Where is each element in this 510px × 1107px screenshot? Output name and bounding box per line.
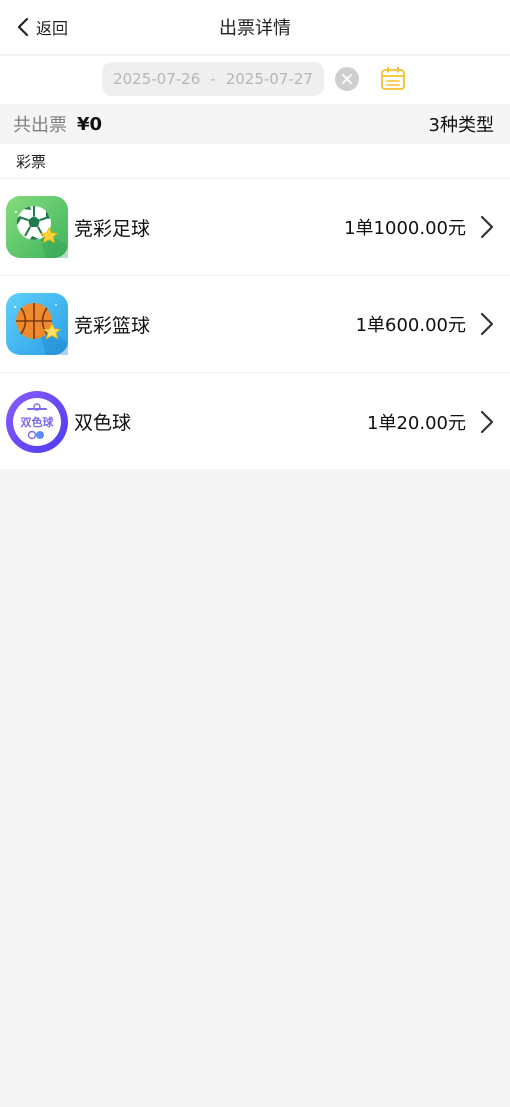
basketball-icon [6,293,68,355]
calendar-icon[interactable] [380,66,406,92]
item-amount: 1单600.00元 [355,315,466,336]
item-amount: 1单1000.00元 [344,218,466,239]
summary-type-count: 3种类型 [428,115,494,136]
list-item-basketball[interactable]: 竞彩篮球 1单600.00元 [0,276,510,373]
list-item-soccer[interactable]: 竞彩足球 1单1000.00元 [0,179,510,276]
item-name: 竞彩篮球 [74,314,151,337]
clear-date-button[interactable] [335,67,359,91]
chevron-right-icon [480,410,494,433]
item-name: 竞彩足球 [74,217,151,240]
page-title: 出票详情 [219,18,291,39]
date-range-field[interactable]: 2025-07-26 - 2025-07-27 [102,62,324,96]
double-color-ball-icon: 双色球 [6,390,68,453]
chevron-right-icon [480,312,494,336]
close-icon [342,74,352,84]
item-amount: 1单20.00元 [367,412,466,434]
lottery-list: 彩票 竞彩足球 1单1000.00元 竞彩篮球 1单600.00元 双色球 双色… [0,144,510,469]
chevron-right-icon [480,215,494,239]
ticket-summary: 共出票 ¥0 3种类型 [0,104,510,144]
date-separator: - [210,70,216,88]
section-title: 彩票 [0,144,510,179]
date-end: 2025-07-27 [225,70,313,88]
soccer-ball-icon [6,196,68,258]
date-start: 2025-07-26 [113,70,201,88]
summary-amount: ¥0 [77,113,103,135]
icon-text: 双色球 [21,415,55,429]
item-name: 双色球 [74,412,132,434]
summary-label: 共出票 [13,115,67,136]
date-filter-bar: 2025-07-26 - 2025-07-27 [0,56,510,104]
top-nav-bar: 返回 出票详情 [0,0,510,55]
list-item-double-color-ball[interactable]: 双色球 双色球 1单20.00元 [0,373,510,470]
